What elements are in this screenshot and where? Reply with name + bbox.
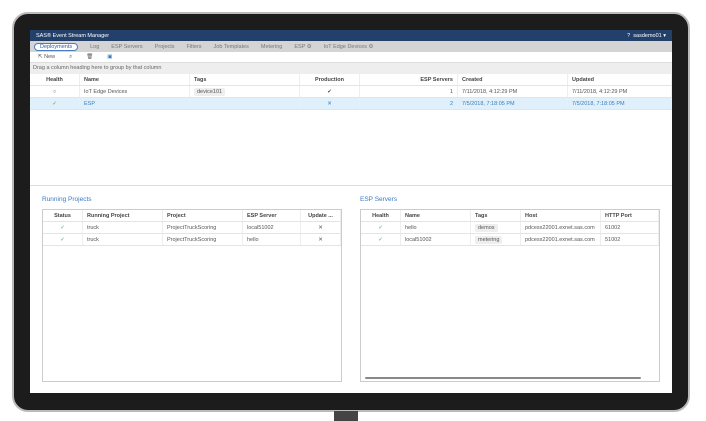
- panel-toggle-icon[interactable]: ▣: [107, 54, 112, 60]
- status-cell: ✓: [60, 224, 65, 231]
- column-header[interactable]: Update ...: [301, 210, 341, 221]
- column-header[interactable]: Status: [43, 210, 83, 221]
- project-cell: ProjectTruckScoring: [167, 236, 217, 243]
- column-header[interactable]: Project: [163, 210, 243, 221]
- created-cell: 7/5/2018, 7:18:05 PM: [462, 100, 515, 107]
- tag-cell: metering: [475, 235, 503, 244]
- rp-cell: truck: [87, 236, 99, 243]
- name-cell: hello: [405, 224, 417, 231]
- column-header[interactable]: Updated: [568, 74, 672, 85]
- column-header[interactable]: ESP Servers: [360, 74, 458, 85]
- header-row: Health Name Tags Production ESP Servers Creat…: [30, 74, 672, 86]
- column-header[interactable]: Running Project: [83, 210, 163, 221]
- port-cell: 51002: [605, 236, 621, 243]
- table-row[interactable]: ✓ hello demos pdcesx22001.exnet.sas.com 6100…: [361, 222, 659, 234]
- app-title: SAS® Event Stream Manager: [36, 32, 110, 39]
- updated-cell: 7/5/2018, 7:18:05 PM: [572, 100, 625, 107]
- esp-servers-panel: ESP Servers Health Name Tags Host HTTP Port ✓…: [360, 196, 660, 382]
- running-projects-grid: Status Running Project Project ESP Server Up…: [42, 209, 342, 382]
- column-header[interactable]: Tags: [471, 210, 521, 221]
- tab-bar: Deployments Log ESP Servers Projects Fil…: [30, 41, 672, 52]
- health-cell: ✓: [378, 224, 383, 231]
- header-row: Health Name Tags Host HTTP Port: [361, 210, 659, 222]
- health-cell: ✓: [378, 236, 383, 243]
- column-header[interactable]: Name: [401, 210, 471, 221]
- app-screen: SAS® Event Stream Manager ? sasdemo01 ▾ …: [30, 30, 672, 393]
- column-header[interactable]: Tags: [190, 74, 300, 85]
- table-row[interactable]: ○ IoT Edge Devices device101 ✔ 1 7/11/2018, 4…: [30, 86, 672, 98]
- user-menu[interactable]: sasdemo01 ▾: [633, 33, 666, 39]
- tab-esp-servers[interactable]: ESP Servers: [111, 44, 142, 50]
- tab-esp[interactable]: ESP ⚙: [294, 44, 311, 50]
- column-header[interactable]: ESP Server: [243, 210, 301, 221]
- horizontal-scrollbar[interactable]: [365, 377, 641, 379]
- tab-metering[interactable]: Metering: [261, 44, 282, 50]
- table-row[interactable]: ✓ local51002 metering pdcesx22001.exnet.sas…: [361, 234, 659, 246]
- column-header[interactable]: HTTP Port: [601, 210, 659, 221]
- host-cell: pdcesx22001.exnet.sas.com: [525, 224, 595, 231]
- running-projects-panel: Running Projects Status Running Project Pr…: [42, 196, 342, 382]
- tag-cell: device101: [194, 87, 226, 96]
- column-header[interactable]: Health: [361, 210, 401, 221]
- title-bar: SAS® Event Stream Manager ? sasdemo01 ▾: [30, 30, 672, 41]
- update-cell: ✕: [318, 224, 323, 231]
- esp-servers-grid: Health Name Tags Host HTTP Port ✓ hello demos pd…: [360, 209, 660, 382]
- panel-title: ESP Servers: [360, 196, 398, 203]
- group-hint: Drag a column heading here to group by t…: [30, 63, 672, 74]
- monitor-stand: [334, 411, 358, 421]
- help-icon[interactable]: ?: [627, 33, 630, 39]
- production-cell: ✔: [327, 88, 332, 95]
- tab-filters[interactable]: Filters: [187, 44, 202, 50]
- deployments-grid: Health Name Tags Production ESP Servers Creat…: [30, 74, 672, 110]
- status-cell: ✓: [60, 236, 65, 243]
- update-cell: ✕: [318, 236, 323, 243]
- production-cell: ✕: [327, 100, 332, 107]
- servers-cell: 1: [449, 88, 453, 95]
- host-cell: pdcesx22001.exnet.sas.com: [525, 236, 595, 243]
- port-cell: 61002: [605, 224, 621, 231]
- tab-log[interactable]: Log: [90, 44, 99, 50]
- tag-cell: demos: [475, 223, 498, 232]
- name-cell: IoT Edge Devices: [84, 88, 128, 95]
- table-row[interactable]: ✓ truck ProjectTruckScoring local51002 ✕: [43, 222, 341, 234]
- column-header[interactable]: Host: [521, 210, 601, 221]
- project-cell: ProjectTruckScoring: [167, 224, 217, 231]
- created-cell: 7/11/2018, 4:12:29 PM: [462, 88, 518, 95]
- health-cell: ✓: [52, 100, 57, 107]
- panel-title: Running Projects: [42, 196, 92, 203]
- updated-cell: 7/11/2018, 4:12:29 PM: [572, 88, 628, 95]
- table-row[interactable]: ✓ ESP ✕ 2 7/5/2018, 7:18:05 PM 7/5/2018, 7:18…: [30, 98, 672, 110]
- tab-iot-edge-devices[interactable]: IoT Edge Devices ⚙: [324, 44, 374, 50]
- column-header[interactable]: Name: [80, 74, 190, 85]
- tab-projects[interactable]: Projects: [155, 44, 175, 50]
- tab-job-templates[interactable]: Job Templates: [214, 44, 249, 50]
- column-header[interactable]: Health: [30, 74, 80, 85]
- server-cell: local51002: [247, 224, 274, 231]
- rp-cell: truck: [87, 224, 99, 231]
- table-row[interactable]: ✓ truck ProjectTruckScoring hello ✕: [43, 234, 341, 246]
- servers-cell: 2: [449, 100, 453, 107]
- delete-icon[interactable]: 🗑: [86, 54, 93, 60]
- column-header[interactable]: Production: [300, 74, 360, 85]
- server-cell: hello: [247, 236, 259, 243]
- tab-deployments[interactable]: Deployments: [34, 42, 79, 51]
- name-cell: local51002: [405, 236, 432, 243]
- new-button[interactable]: ⇱ New: [38, 54, 55, 60]
- column-header[interactable]: Created: [458, 74, 568, 85]
- header-row: Status Running Project Project ESP Server Up…: [43, 210, 341, 222]
- divider: [30, 185, 672, 186]
- toolbar: ⇱ New ⌕ 🗑 ▣: [30, 52, 672, 63]
- name-cell: ESP: [84, 100, 96, 107]
- new-label: New: [44, 54, 56, 60]
- search-icon[interactable]: ⌕: [69, 54, 72, 61]
- health-cell: ○: [52, 88, 57, 95]
